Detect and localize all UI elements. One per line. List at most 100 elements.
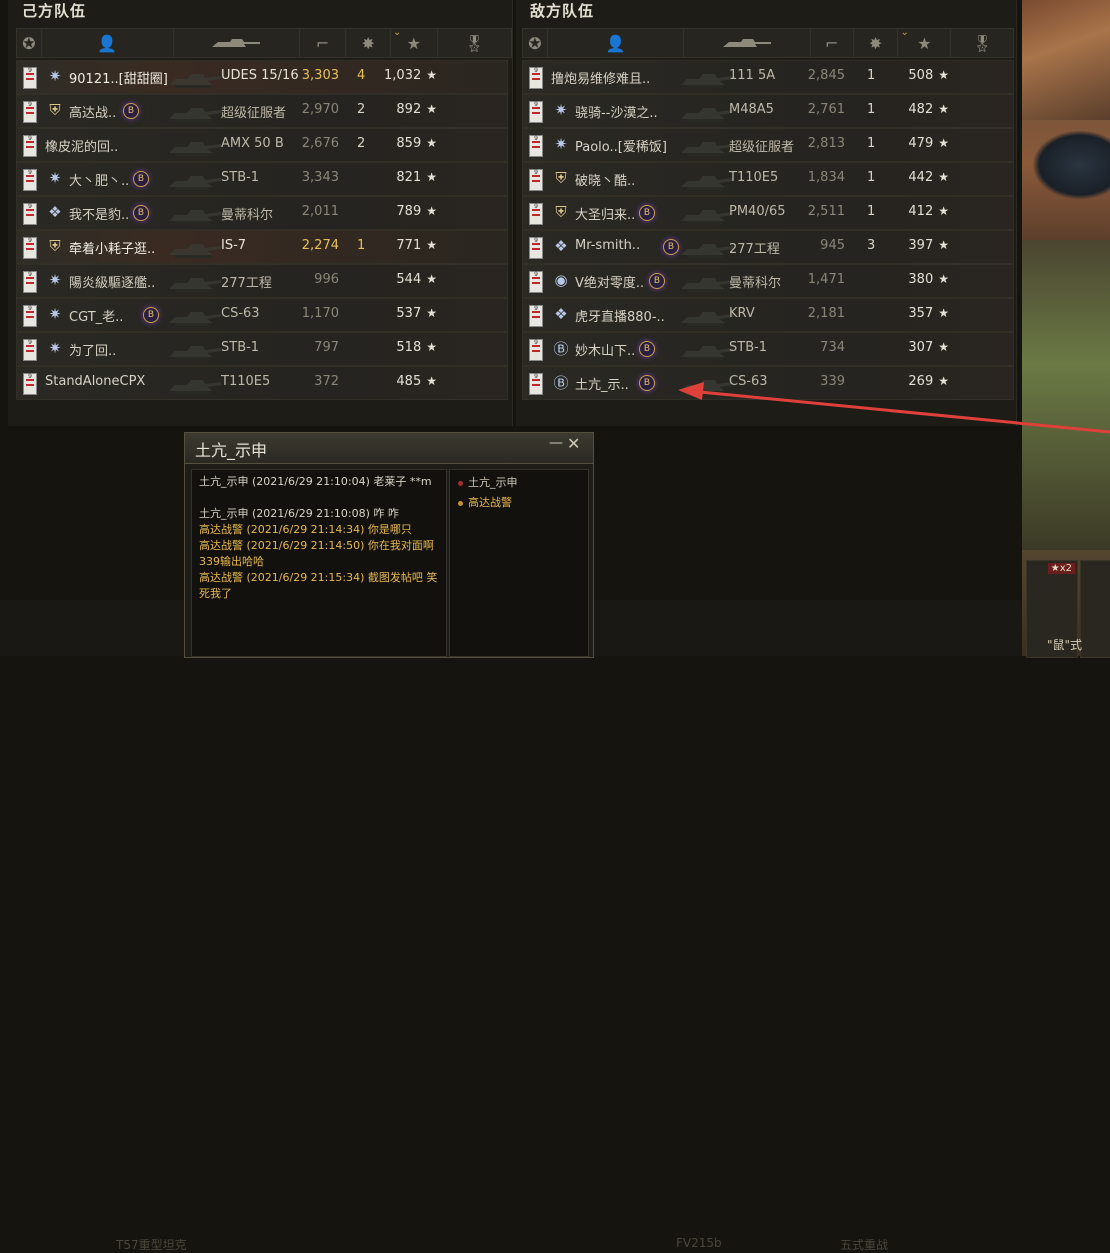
player-name[interactable]: 妙木山下..: [575, 340, 635, 359]
kills-col-icon[interactable]: ✸: [854, 29, 899, 57]
clan-b-icon: B: [639, 375, 655, 391]
player-name[interactable]: 破晓丶酷..: [575, 170, 635, 189]
rank-insignia-icon: 9: [529, 203, 543, 225]
player-name[interactable]: Paolo..[爱稀饭]: [575, 136, 667, 155]
damage-value: 2,845: [807, 68, 845, 83]
player-row[interactable]: 9 ✷ 90121..[甜甜圈] UDES 15/16 3,303 4 1,032 ★: [16, 60, 508, 94]
player-row[interactable]: 9 ❖ Mr-smith.. B 277工程 945 3 397 ★: [522, 230, 1014, 264]
tank-col-icon[interactable]: [174, 29, 300, 57]
player-name[interactable]: CGT_老..: [69, 306, 123, 325]
experience-number: 442: [908, 170, 934, 185]
tank-silhouette-icon: [167, 97, 223, 125]
player-row[interactable]: 9 ✷ CGT_老.. B CS-63 1,170 537 ★: [16, 298, 508, 332]
player-name[interactable]: 大丶肥丶..: [69, 170, 129, 189]
player-row[interactable]: 9 ◉ V绝对零度.. B 曼蒂科尔 1,471 380 ★: [522, 264, 1014, 298]
damage-value: 1,170: [301, 306, 339, 321]
experience-value: 269 ★: [889, 374, 949, 389]
player-name[interactable]: 土亢_示..: [575, 374, 629, 393]
experience-value: 442 ★: [889, 170, 949, 185]
player-row[interactable]: 9 ✷ Paolo..[爱稀饭] 超级征服者 2,813 1 479 ★: [522, 128, 1014, 162]
player-name[interactable]: 我不是豹..: [69, 204, 129, 223]
damage-value: 1,834: [807, 170, 845, 185]
player-row[interactable]: 9 ❖ 我不是豹.. B 曼蒂科尔 2,011 789 ★: [16, 196, 508, 230]
chat-user[interactable]: 高达战警: [458, 494, 512, 510]
player-row[interactable]: 9 ⛨ 大圣归来.. B PM40/65 2,511 1 412 ★: [522, 196, 1014, 230]
medal-col-icon[interactable]: 🎖: [951, 29, 1013, 57]
rank-insignia-icon: 9: [23, 203, 37, 225]
damage-col-icon[interactable]: ⌐: [811, 29, 854, 57]
tank-col-icon[interactable]: [684, 29, 811, 57]
player-row[interactable]: 9 ✷ 大丶肥丶.. B STB-1 3,343 821 ★: [16, 162, 508, 196]
player-row[interactable]: 9 ✷ 陽炎級驅逐艦.. 277工程 996 544 ★: [16, 264, 508, 298]
carousel-vehicle-label: T57重型坦克: [116, 1238, 187, 1252]
player-row[interactable]: 9 撸炮易维修难且.. 111 5A 2,845 1 508 ★: [522, 60, 1014, 94]
player-name[interactable]: 大圣归来..: [575, 204, 635, 223]
rank-number: 9: [28, 339, 32, 346]
player-name[interactable]: 骁骑--沙漠之..: [575, 102, 658, 121]
chat-header[interactable]: 土亢_示申 — ✕: [185, 433, 593, 464]
star-icon: ★: [426, 272, 437, 286]
tank-name: CS-63: [221, 306, 260, 321]
chat-message: 高达战警 (2021/6/29 21:14:34) 你是哪只: [199, 523, 412, 536]
tank-name: PM40/65: [729, 204, 786, 219]
player-name[interactable]: 为了回..: [69, 340, 116, 359]
rank-col-icon[interactable]: ✪: [523, 29, 548, 57]
player-row[interactable]: 9 ✷ 骁骑--沙漠之.. M48A5 2,761 1 482 ★: [522, 94, 1014, 128]
star-icon: ★: [938, 68, 949, 82]
tank-silhouette-icon: [679, 233, 735, 261]
player-name[interactable]: 高达战..: [69, 102, 116, 121]
player-name[interactable]: 陽炎級驅逐艦..: [69, 272, 155, 291]
clan-b-icon: B: [123, 103, 139, 119]
exp-col-icon[interactable]: ⌄ ★: [391, 27, 438, 57]
experience-value: 397 ★: [889, 238, 949, 253]
star-icon: ★: [426, 340, 437, 354]
rank-insignia-icon: 9: [529, 169, 543, 191]
chat-user[interactable]: 土亢_示申: [458, 474, 518, 490]
player-name[interactable]: 虎牙直播880-..: [575, 306, 665, 325]
player-row[interactable]: 9 ✷ 为了回.. STB-1 797 518 ★: [16, 332, 508, 366]
player-row[interactable]: 9 ⛨ 破晓丶酷.. T110E5 1,834 1 442 ★: [522, 162, 1014, 196]
chat-window[interactable]: 土亢_示申 — ✕ 土亢_示申 (2021/6/29 21:10:04) 老莱子…: [184, 432, 594, 658]
player-name[interactable]: 90121..[甜甜圈]: [69, 68, 168, 87]
chat-message-log[interactable]: 土亢_示申 (2021/6/29 21:10:04) 老莱子 **m 土亢_示申 …: [191, 469, 447, 657]
minimize-icon[interactable]: —: [549, 435, 563, 451]
player-name[interactable]: 橡皮泥的回..: [45, 136, 118, 155]
medal-col-icon[interactable]: 🎖: [438, 29, 511, 57]
player-name[interactable]: V绝对零度..: [575, 272, 644, 291]
player-row[interactable]: 9 ⛨ 牵着小耗子逛.. IS-7 2,274 1 771 ★: [16, 230, 508, 264]
vehicle-card[interactable]: "鼠"式: [1047, 560, 1110, 658]
player-name[interactable]: Mr-smith..: [575, 238, 640, 253]
tank-name: T110E5: [729, 170, 779, 185]
damage-col-icon[interactable]: ⌐: [300, 29, 347, 57]
player-row[interactable]: 9 ❖ 虎牙直播880-.. KRV 2,181 357 ★: [522, 298, 1014, 332]
exp-col-icon[interactable]: ⌄ ★: [898, 27, 952, 57]
rank-number: 9: [534, 271, 538, 278]
player-name[interactable]: 牵着小耗子逛..: [69, 238, 155, 257]
experience-value: 307 ★: [889, 340, 949, 355]
rank-number: 9: [534, 203, 538, 210]
player-name[interactable]: 撸炮易维修难且..: [551, 68, 650, 87]
rank-insignia-icon: 9: [23, 373, 37, 395]
tank-name: STB-1: [221, 170, 260, 185]
diamond-emblem-icon: ❖: [554, 237, 568, 255]
player-row[interactable]: 9 ⛨ 高达战.. B 超级征服者 2,970 2 892 ★: [16, 94, 508, 128]
star-icon: ★: [426, 136, 437, 150]
rank-col-icon[interactable]: ✪: [17, 29, 42, 57]
tank-name: 277工程: [221, 276, 272, 291]
damage-value: 2,274: [301, 238, 339, 253]
player-name[interactable]: StandAloneCPX: [45, 374, 145, 389]
tank-silhouette-icon: [167, 233, 223, 261]
player-row[interactable]: 9 Ⓑ 妙木山下.. B STB-1 734 307 ★: [522, 332, 1014, 366]
kills-value: 1: [867, 170, 876, 185]
kills-col-icon[interactable]: ✸: [346, 29, 391, 57]
player-row[interactable]: 9 橡皮泥的回.. AMX 50 B 2,676 2 859 ★: [16, 128, 508, 162]
background-tank: [1032, 130, 1110, 200]
coin-emblem-icon: ◉: [554, 271, 568, 289]
player-row[interactable]: 9 Ⓑ 土亢_示.. B CS-63 339 269 ★: [522, 366, 1014, 400]
close-icon[interactable]: ✕: [567, 434, 580, 453]
player-col-icon[interactable]: 👤: [42, 29, 174, 57]
chat-user-list[interactable]: 土亢_示申高达战警: [449, 469, 589, 657]
experience-value: 357 ★: [889, 306, 949, 321]
player-row[interactable]: 9 StandAloneCPX T110E5 372 485 ★: [16, 366, 508, 400]
player-col-icon[interactable]: 👤: [548, 29, 685, 57]
